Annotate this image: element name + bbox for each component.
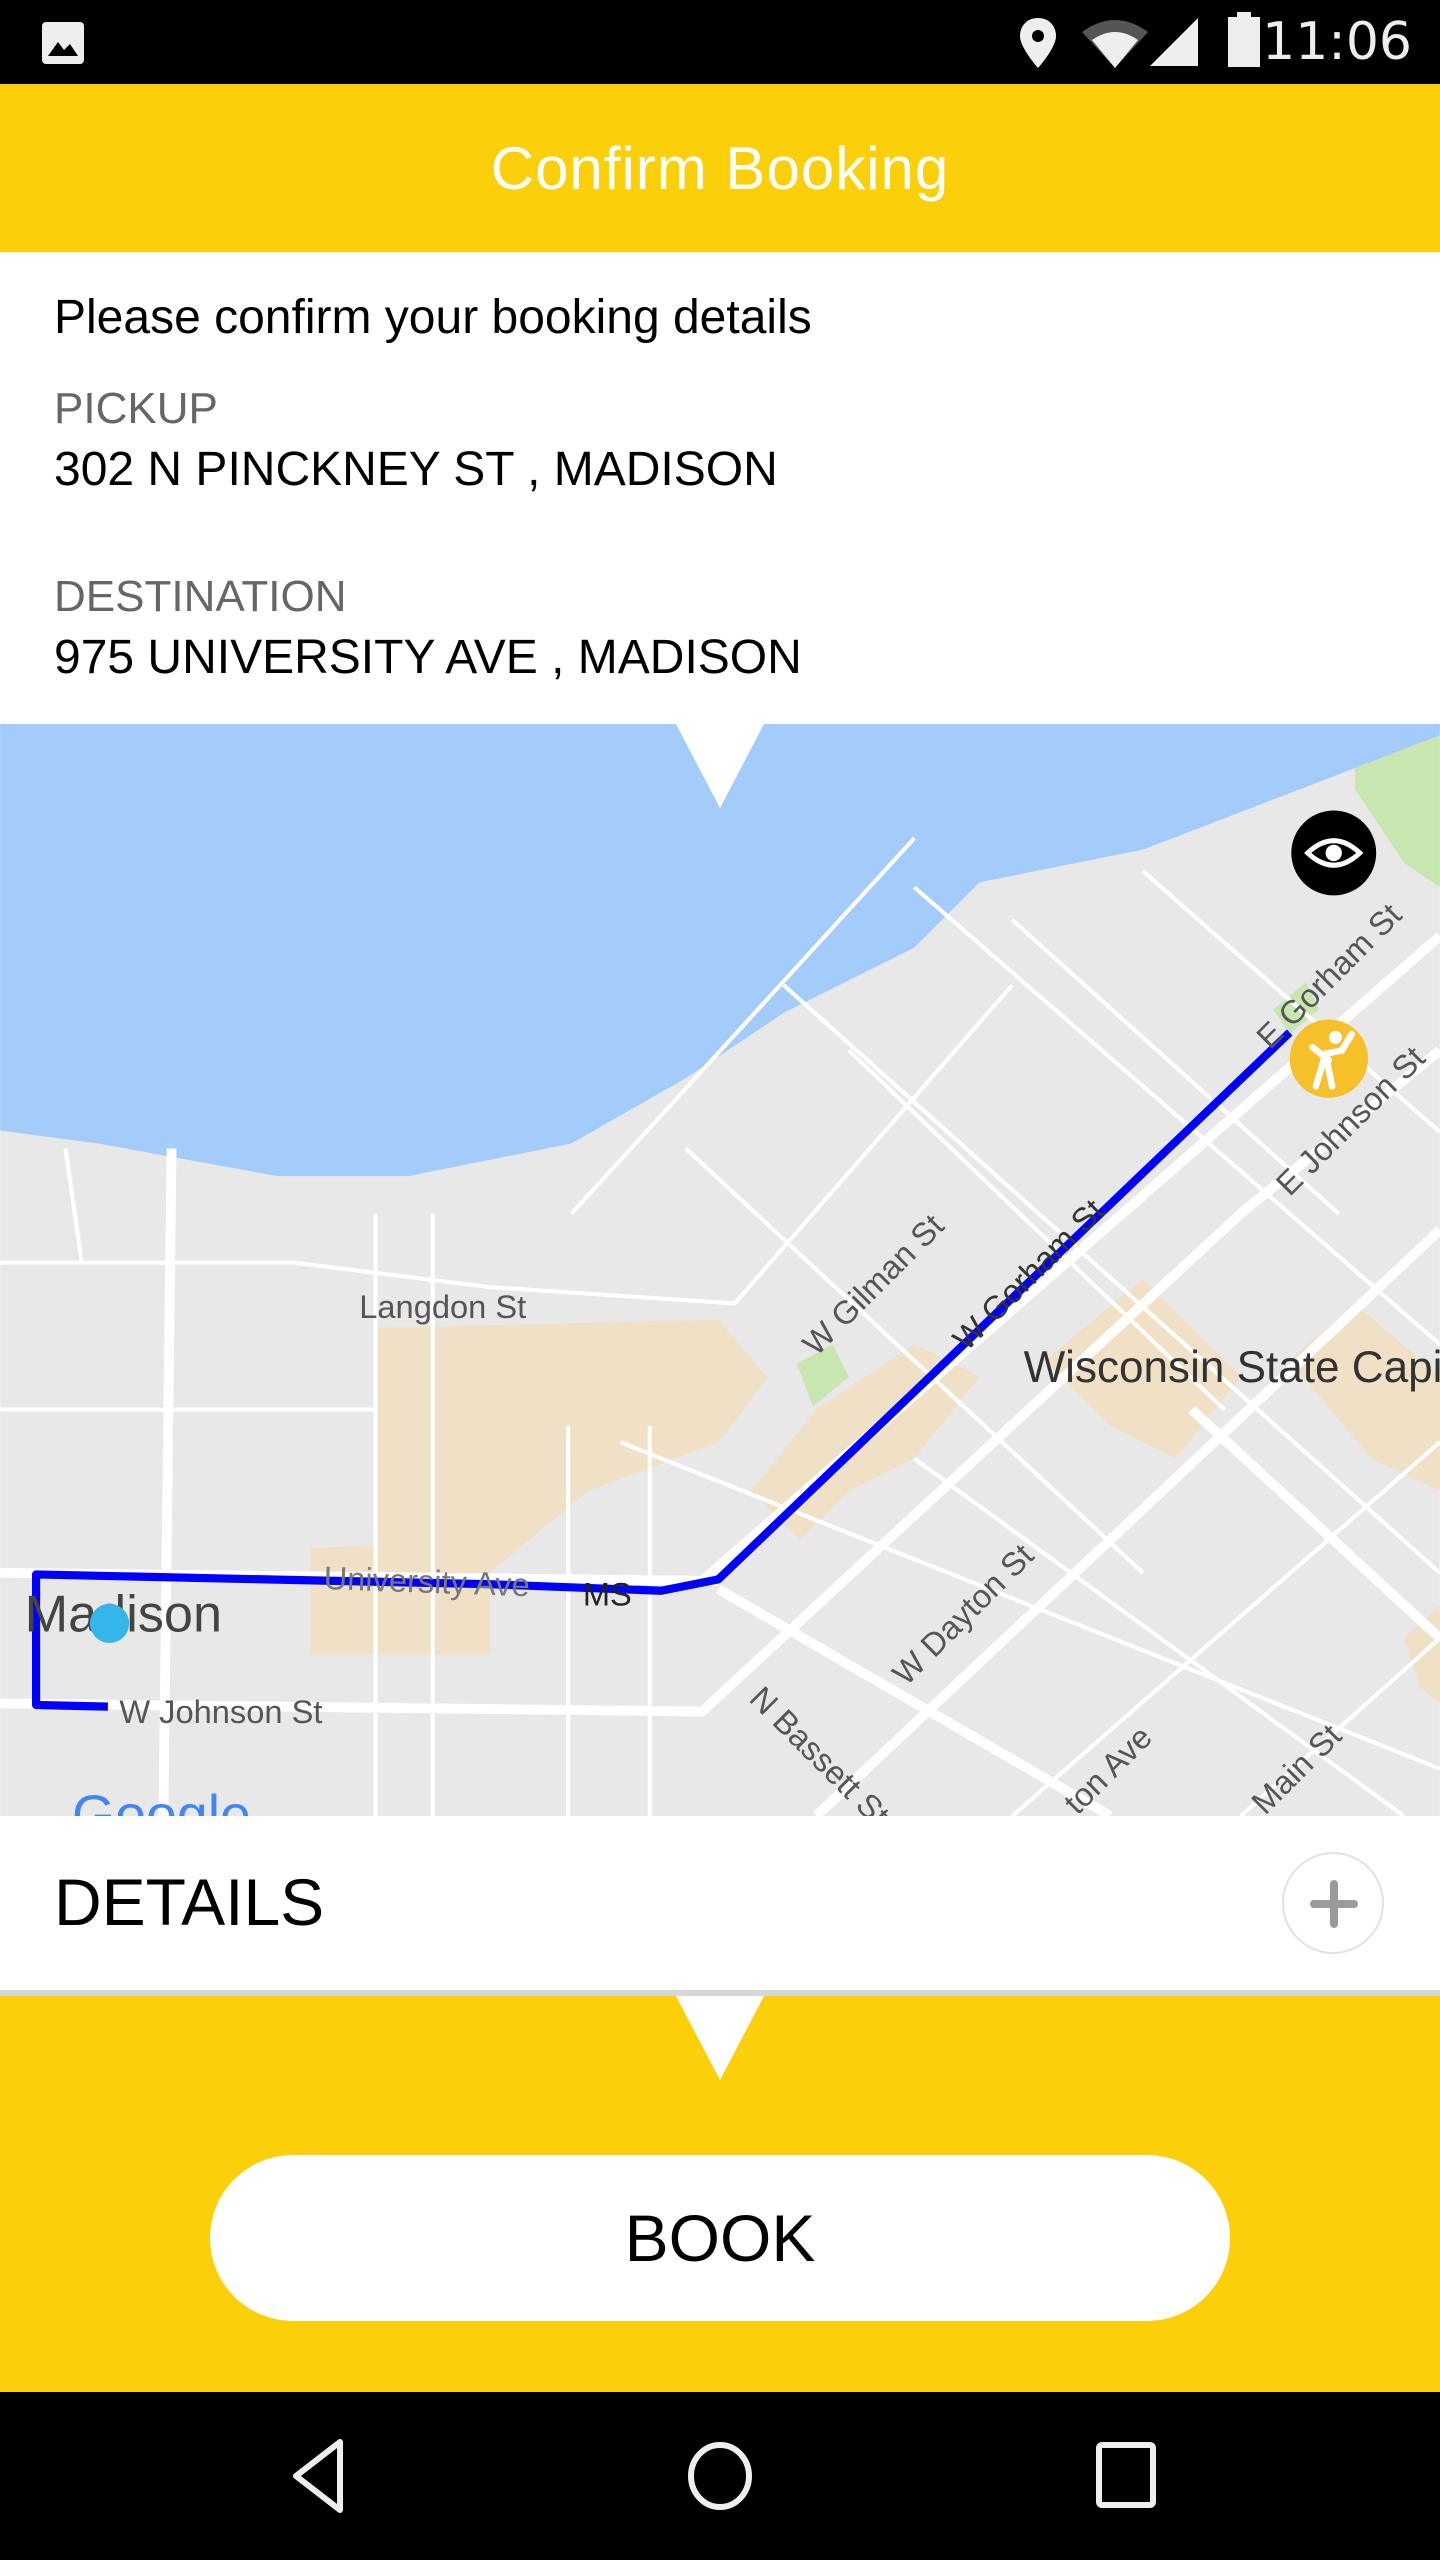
battery-icon bbox=[1228, 12, 1260, 67]
location-icon bbox=[1020, 18, 1056, 68]
map-label: Wisconsin State Capi bbox=[1024, 1343, 1440, 1392]
image-icon bbox=[42, 22, 84, 64]
eye-icon[interactable] bbox=[1291, 810, 1377, 896]
pickup-person-icon[interactable] bbox=[1289, 1019, 1369, 1098]
confirm-prompt: Please confirm your booking details bbox=[54, 291, 812, 344]
details-title: DETAILS bbox=[54, 1865, 325, 1939]
home-icon[interactable] bbox=[686, 2436, 754, 2516]
details-section[interactable]: DETAILS bbox=[0, 1816, 1440, 1996]
map-label: University Ave bbox=[323, 1559, 530, 1603]
page-title: Confirm Booking bbox=[490, 134, 950, 202]
destination-address: 975 UNIVERSITY AVE , MADISON bbox=[54, 631, 802, 684]
pickup-label: PICKUP bbox=[54, 384, 218, 433]
plus-icon[interactable] bbox=[1282, 1852, 1384, 1954]
booking-summary: Please confirm your booking details PICK… bbox=[0, 252, 1440, 724]
book-panel: BOOK bbox=[0, 1996, 1440, 2392]
destination-label: DESTINATION bbox=[54, 572, 347, 621]
map-label: Langdon St bbox=[359, 1288, 526, 1325]
book-button[interactable]: BOOK bbox=[210, 2155, 1230, 2321]
signal-icon bbox=[1150, 18, 1198, 66]
pickup-address: 302 N PINCKNEY ST , MADISON bbox=[54, 443, 778, 496]
pickup-pointer bbox=[676, 724, 764, 808]
navigation-bar bbox=[0, 2392, 1440, 2560]
app-bar: Confirm Booking bbox=[0, 84, 1440, 252]
clock: 11:06 bbox=[1262, 12, 1412, 72]
map-label: MS bbox=[583, 1575, 632, 1612]
route-map[interactable]: Langdon St W Gilman St W Gorham St E Gor… bbox=[0, 724, 1440, 1846]
panel-pointer bbox=[676, 1996, 764, 2080]
back-icon[interactable] bbox=[286, 2436, 350, 2516]
google-logo: Google bbox=[72, 1784, 251, 1816]
current-location-dot bbox=[89, 1603, 130, 1643]
recents-icon[interactable] bbox=[1094, 2436, 1158, 2516]
map-label: W Johnson St bbox=[119, 1693, 322, 1730]
wifi-icon bbox=[1082, 20, 1148, 68]
status-bar: 11:06 bbox=[0, 0, 1440, 84]
